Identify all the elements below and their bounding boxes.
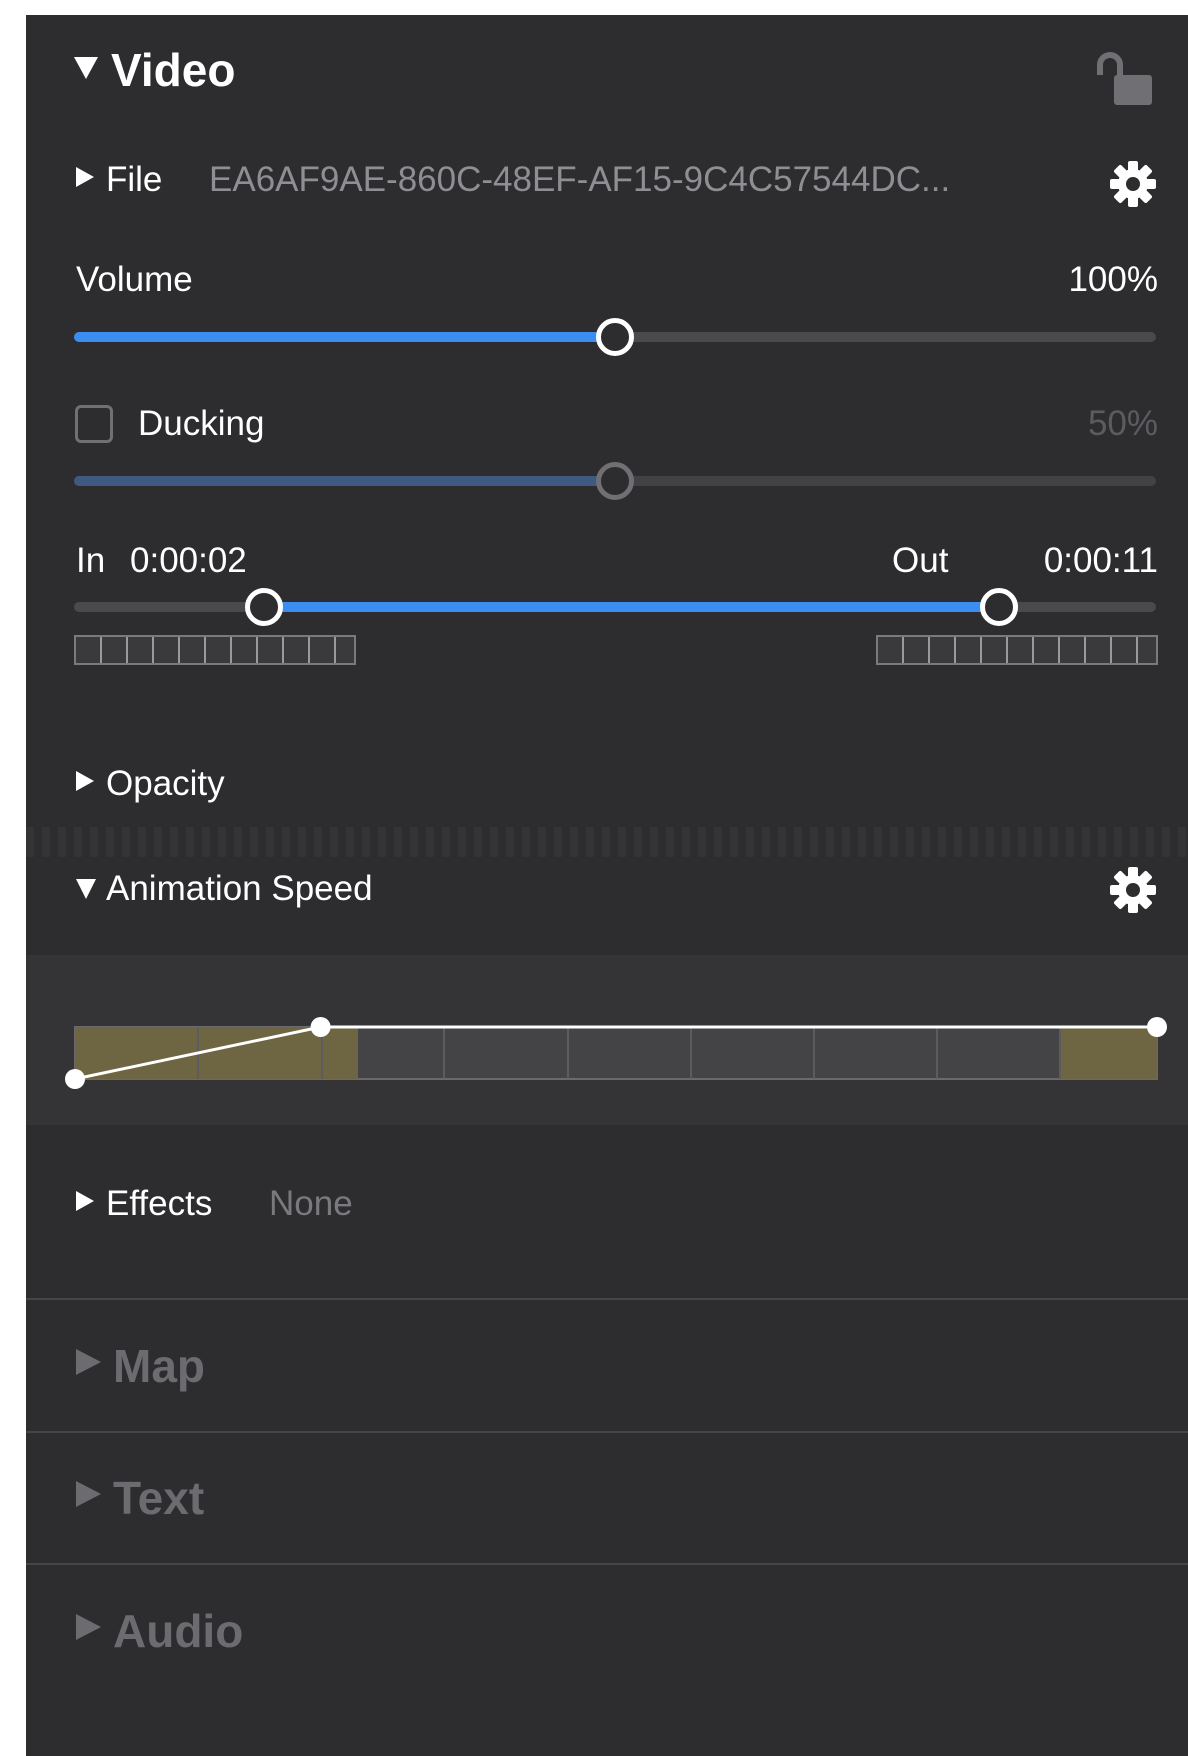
ducking-fill [74, 476, 615, 486]
divider [26, 1298, 1188, 1300]
speed-curve-point-1[interactable] [310, 1017, 331, 1037]
volume-label: Volume [76, 260, 193, 299]
disclosure-collapsed-icon [76, 1349, 101, 1375]
out-scrubber[interactable] [876, 635, 1158, 665]
ducking-slider[interactable] [74, 461, 1156, 501]
file-row[interactable]: File EA6AF9AE-860C-48EF-AF15-9C4C57544DC… [76, 155, 1126, 205]
opacity-label: Opacity [106, 764, 225, 803]
disclosure-collapsed-icon [76, 167, 94, 187]
in-label: In [76, 541, 106, 580]
effects-section-header[interactable]: Effects None [76, 1180, 476, 1230]
animation-speed-gear-icon[interactable] [1108, 865, 1158, 915]
audio-label: Audio [113, 1605, 244, 1657]
volume-fill [74, 332, 615, 342]
out-time[interactable]: 0:00:11 [1044, 541, 1158, 581]
out-label: Out [892, 541, 949, 580]
disclosure-collapsed-icon [76, 1481, 101, 1507]
ducking-knob[interactable] [596, 462, 634, 500]
file-settings-gear-icon[interactable] [1108, 159, 1158, 209]
map-label: Map [113, 1340, 205, 1392]
ducking-checkbox[interactable] [75, 405, 113, 443]
text-label: Text [113, 1472, 205, 1524]
volume-value: 100% [1068, 260, 1158, 299]
in-time[interactable]: 0:00:02 [130, 541, 247, 581]
disclosure-collapsed-icon [76, 1614, 101, 1640]
animation-speed-area [26, 955, 1188, 1125]
map-section-header[interactable]: Map [76, 1335, 376, 1395]
trim-range-fill [264, 602, 1000, 612]
audio-section-header[interactable]: Audio [76, 1600, 376, 1660]
section-seam [26, 827, 1188, 857]
ducking-label: Ducking [138, 404, 265, 443]
animation-speed-label: Animation Speed [106, 869, 373, 908]
out-knob[interactable] [980, 588, 1019, 626]
volume-slider[interactable] [74, 317, 1156, 357]
lock-open-icon[interactable] [1094, 49, 1156, 111]
animation-speed-curve-editor[interactable] [26, 955, 1188, 1125]
disclosure-collapsed-icon [76, 771, 94, 791]
disclosure-expanded-icon [74, 57, 98, 79]
animation-speed-section-header[interactable]: Animation Speed [76, 865, 496, 915]
trim-slider[interactable] [74, 587, 1156, 627]
opacity-section-header[interactable]: Opacity [76, 760, 376, 810]
disclosure-expanded-icon [76, 879, 96, 899]
disclosure-collapsed-icon [76, 1191, 94, 1211]
divider [26, 1563, 1188, 1565]
in-knob[interactable] [245, 588, 284, 626]
divider [26, 1431, 1188, 1433]
ducking-value: 50% [1087, 404, 1158, 443]
text-section-header[interactable]: Text [76, 1467, 376, 1527]
video-title: Video [111, 44, 236, 96]
video-section-header[interactable]: Video [74, 41, 334, 101]
effects-value: None [269, 1184, 353, 1223]
speed-curve-point-2[interactable] [1147, 1017, 1167, 1037]
speed-curve-point-0[interactable] [65, 1069, 85, 1089]
file-label: File [106, 160, 163, 199]
file-name: EA6AF9AE-860C-48EF-AF15-9C4C57544DC... [209, 160, 951, 199]
inspector-panel: Video File EA6AF9AE-860C-48EF-AF15-9C4C5… [26, 15, 1188, 1756]
in-scrubber[interactable] [74, 635, 356, 665]
volume-knob[interactable] [596, 318, 634, 356]
effects-label: Effects [106, 1184, 213, 1223]
